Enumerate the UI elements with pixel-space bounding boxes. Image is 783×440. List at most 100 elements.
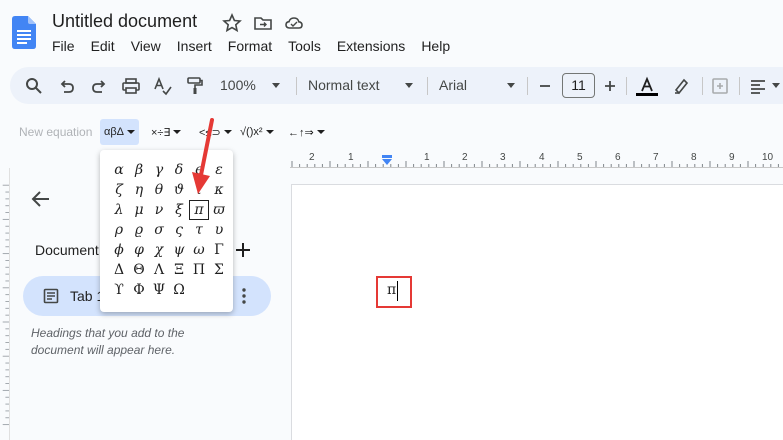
greek-symbol-capital-upsilon[interactable]: ϒ bbox=[109, 280, 129, 300]
more-options-icon[interactable] bbox=[238, 286, 250, 306]
vertical-ruler[interactable] bbox=[0, 168, 10, 440]
menu-edit[interactable]: Edit bbox=[91, 37, 115, 57]
menu-file[interactable]: File bbox=[52, 37, 75, 57]
style-select[interactable]: Normal text bbox=[308, 77, 380, 93]
add-tab-icon[interactable] bbox=[233, 240, 253, 260]
chevron-down-icon bbox=[272, 83, 280, 88]
decrease-font-size-icon[interactable] bbox=[535, 76, 555, 96]
text-color-swatch bbox=[636, 93, 658, 96]
greek-row: λ μ ν ξ π ϖ bbox=[109, 200, 229, 220]
math-operations-menu-button[interactable]: √()x² bbox=[236, 119, 278, 145]
new-equation-button[interactable]: New equation bbox=[19, 125, 92, 139]
ruler-number: 5 bbox=[577, 152, 583, 163]
align-left-icon[interactable] bbox=[748, 76, 768, 96]
star-icon[interactable] bbox=[222, 13, 242, 33]
greek-symbol-vartheta[interactable]: ϑ bbox=[169, 180, 189, 200]
undo-icon[interactable] bbox=[57, 76, 77, 96]
greek-symbol-capital-omega[interactable]: Ω bbox=[169, 280, 189, 300]
operations-menu-button[interactable]: ×÷∃ bbox=[147, 119, 185, 145]
ruler-number: 3 bbox=[500, 152, 506, 163]
greek-symbol-phi[interactable]: ϕ bbox=[109, 240, 129, 260]
menu-help[interactable]: Help bbox=[421, 37, 450, 57]
ruler-number: 9 bbox=[729, 152, 735, 163]
greek-symbol-theta[interactable]: θ bbox=[149, 180, 169, 200]
zoom-select[interactable]: 100% bbox=[220, 77, 256, 93]
greek-symbol-capital-psi[interactable]: Ψ bbox=[149, 280, 169, 300]
docs-logo-icon[interactable] bbox=[12, 16, 36, 49]
menu-view[interactable]: View bbox=[131, 37, 161, 57]
greek-symbol-capital-xi[interactable]: Ξ bbox=[169, 260, 189, 280]
greek-symbol-varpi[interactable]: ϖ bbox=[209, 200, 229, 220]
ruler-number: 1 bbox=[424, 152, 430, 163]
inserted-pi-symbol[interactable]: π bbox=[387, 282, 396, 298]
ruler-number: 7 bbox=[653, 152, 659, 163]
toolbar-divider bbox=[626, 77, 627, 95]
move-to-folder-icon[interactable] bbox=[253, 13, 273, 33]
search-menus-icon[interactable] bbox=[24, 76, 44, 96]
left-indent-marker-icon[interactable] bbox=[381, 155, 393, 167]
greek-symbol-capital-theta[interactable]: Θ bbox=[129, 260, 149, 280]
ruler-baseline bbox=[290, 167, 783, 168]
menu-insert[interactable]: Insert bbox=[177, 37, 212, 57]
greek-symbol-zeta[interactable]: ζ bbox=[109, 180, 129, 200]
greek-symbol-capital-sigma[interactable]: Σ bbox=[209, 260, 229, 280]
greek-letters-menu-button[interactable]: αβΔ bbox=[100, 119, 140, 145]
menu-extensions[interactable]: Extensions bbox=[337, 37, 405, 57]
greek-row: ϒ Φ Ψ Ω bbox=[109, 280, 189, 300]
greek-symbol-rho[interactable]: ρ bbox=[109, 220, 129, 240]
greek-symbol-sigma[interactable]: σ bbox=[149, 220, 169, 240]
greek-symbol-varphi[interactable]: φ bbox=[129, 240, 149, 260]
highlight-color-icon[interactable] bbox=[671, 76, 691, 96]
insert-comment-icon[interactable] bbox=[710, 76, 730, 96]
toolbar-divider bbox=[427, 77, 428, 95]
redo-icon[interactable] bbox=[89, 76, 109, 96]
greek-symbol-chi[interactable]: χ bbox=[149, 240, 169, 260]
cloud-saved-icon[interactable] bbox=[284, 13, 304, 33]
arrows-menu-button[interactable]: ←↑⇒ bbox=[284, 119, 329, 145]
greek-symbol-capital-pi[interactable]: Π bbox=[189, 260, 209, 280]
greek-symbol-pi[interactable]: π bbox=[189, 200, 209, 220]
back-arrow-icon[interactable] bbox=[30, 188, 52, 210]
greek-symbol-omega[interactable]: ω bbox=[189, 240, 209, 260]
print-icon[interactable] bbox=[121, 76, 141, 96]
greek-symbol-alpha[interactable]: α bbox=[109, 160, 129, 180]
greek-letters-label: αβΔ bbox=[104, 126, 125, 138]
greek-symbol-xi[interactable]: ξ bbox=[169, 200, 189, 220]
menu-tools[interactable]: Tools bbox=[288, 37, 321, 57]
annotation-arrow-icon bbox=[192, 118, 214, 194]
chevron-down-icon bbox=[507, 83, 515, 88]
greek-row: ρ ϱ σ ς τ υ bbox=[109, 220, 229, 240]
greek-symbol-upsilon[interactable]: υ bbox=[209, 220, 229, 240]
menu-format[interactable]: Format bbox=[228, 37, 272, 57]
greek-symbol-eta[interactable]: η bbox=[129, 180, 149, 200]
ruler-number: 8 bbox=[691, 152, 697, 163]
ruler-number: 1 bbox=[348, 152, 354, 163]
spelling-check-icon[interactable] bbox=[153, 76, 173, 96]
document-page[interactable] bbox=[291, 184, 783, 440]
document-title[interactable]: Untitled document bbox=[52, 11, 197, 32]
greek-symbol-lambda[interactable]: λ bbox=[109, 200, 129, 220]
increase-font-size-icon[interactable] bbox=[600, 76, 620, 96]
greek-symbol-mu[interactable]: μ bbox=[129, 200, 149, 220]
chevron-down-icon bbox=[405, 83, 413, 88]
greek-symbol-capital-phi[interactable]: Φ bbox=[129, 280, 149, 300]
arrows-label: ←↑⇒ bbox=[288, 126, 314, 139]
font-select[interactable]: Arial bbox=[439, 77, 467, 93]
greek-symbol-nu[interactable]: ν bbox=[149, 200, 169, 220]
greek-symbol-capital-lambda[interactable]: Λ bbox=[149, 260, 169, 280]
headings-hint-text: Headings that you add to the document wi… bbox=[31, 326, 185, 357]
greek-symbol-delta[interactable]: δ bbox=[169, 160, 189, 180]
greek-symbol-beta[interactable]: β bbox=[129, 160, 149, 180]
text-cursor bbox=[397, 281, 398, 301]
greek-symbol-tau[interactable]: τ bbox=[189, 220, 209, 240]
greek-symbol-capital-delta[interactable]: Δ bbox=[109, 260, 129, 280]
greek-symbol-varsigma[interactable]: ς bbox=[169, 220, 189, 240]
font-size-input[interactable]: 11 bbox=[562, 73, 595, 98]
greek-symbol-gamma[interactable]: γ bbox=[149, 160, 169, 180]
greek-symbol-capital-gamma[interactable]: Γ bbox=[209, 240, 229, 260]
paint-format-icon[interactable] bbox=[185, 76, 205, 96]
greek-symbol-psi[interactable]: ψ bbox=[169, 240, 189, 260]
toolbar-divider bbox=[296, 77, 297, 95]
greek-symbol-varrho[interactable]: ϱ bbox=[129, 220, 149, 240]
toolbar-divider bbox=[739, 77, 740, 95]
